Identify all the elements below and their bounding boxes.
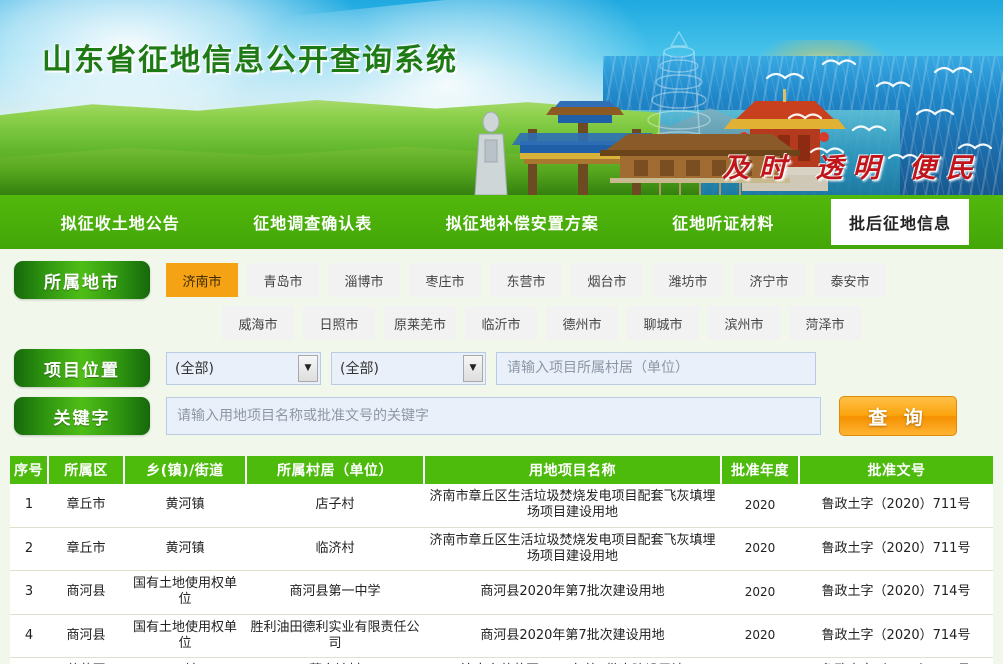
cell-village: 胜利油田德利实业有限责任公司 (246, 614, 424, 658)
cell-index: 2 (10, 527, 48, 571)
chevron-down-icon[interactable]: ▼ (298, 355, 318, 382)
cell-village: 临济村 (246, 527, 424, 571)
th-village: 所属村居（单位） (246, 456, 424, 484)
table-row[interactable]: 5 莱芜区 口镇 蔡家镇村 济南市莱芜区2020年第1批次建设用地 2020 鲁… (10, 658, 993, 664)
site-banner: 山东省征地信息公开查询系统 及时 透明 便民 (0, 0, 1003, 195)
cell-index: 4 (10, 614, 48, 658)
cell-district: 商河县 (48, 614, 124, 658)
cell-year: 2020 (721, 484, 799, 527)
label-keyword: 关键字 (14, 397, 150, 435)
cell-town: 黄河镇 (124, 484, 246, 527)
filter-row-location: 项目位置 (全部) ▼ (全部) ▼ (0, 349, 1003, 387)
nav-item-compensation-plan[interactable]: 拟征地补偿安置方案 (409, 204, 636, 240)
th-project: 用地项目名称 (424, 456, 721, 484)
th-town: 乡(镇)/街道 (124, 456, 246, 484)
table-body: 1 章丘市 黄河镇 店子村 济南市章丘区生活垃圾焚烧发电项目配套飞灰填埋场项目建… (10, 484, 993, 664)
city-button-linyi[interactable]: 临沂市 (465, 306, 537, 340)
city-button-yantai[interactable]: 烟台市 (571, 263, 643, 297)
cell-docno: 鲁政土字（2020）714号 (799, 571, 993, 615)
table-row[interactable]: 1 章丘市 黄河镇 店子村 济南市章丘区生活垃圾焚烧发电项目配套飞灰填埋场项目建… (10, 484, 993, 527)
table-head: 序号 所属区 乡(镇)/街道 所属村居（单位） 用地项目名称 批准年度 批准文号 (10, 456, 993, 484)
label-city: 所属地市 (14, 261, 150, 299)
filter-row-keyword: 关键字 查 询 (0, 396, 1003, 436)
city-button-zibo[interactable]: 淄博市 (328, 263, 400, 297)
cell-year: 2020 (721, 571, 799, 615)
th-index: 序号 (10, 456, 48, 484)
site-title: 山东省征地信息公开查询系统 (42, 35, 458, 79)
table-row[interactable]: 3 商河县 国有土地使用权单位 商河县第一中学 商河县2020年第7批次建设用地… (10, 571, 993, 615)
table-header-row: 序号 所属区 乡(镇)/街道 所属村居（单位） 用地项目名称 批准年度 批准文号 (10, 456, 993, 484)
city-button-row-2: 威海市 日照市 原莱芜市 临沂市 德州市 聊城市 滨州市 菏泽市 (170, 304, 861, 340)
select-town-value: (全部) (340, 358, 379, 378)
th-year: 批准年度 (721, 456, 799, 484)
filter-row-city: 所属地市 济南市 青岛市 淄博市 枣庄市 东营市 烟台市 潍坊市 济宁市 泰安市 (0, 261, 1003, 299)
select-county[interactable]: (全部) ▼ (166, 352, 321, 385)
site-slogan: 及时 透明 便民 (722, 146, 983, 185)
city-button-weihai[interactable]: 威海市 (222, 306, 294, 340)
cell-village: 店子村 (246, 484, 424, 527)
cell-town: 口镇 (124, 658, 246, 664)
city-button-liaocheng[interactable]: 聊城市 (627, 306, 699, 340)
cell-project: 商河县2020年第7批次建设用地 (424, 614, 721, 658)
cell-district: 莱芜区 (48, 658, 124, 664)
cell-docno: 鲁政土字（2020）661号 (799, 658, 993, 664)
cell-town: 国有土地使用权单位 (124, 614, 246, 658)
table-row[interactable]: 2 章丘市 黄河镇 临济村 济南市章丘区生活垃圾焚烧发电项目配套飞灰填埋场项目建… (10, 527, 993, 571)
th-docno: 批准文号 (799, 456, 993, 484)
cell-docno: 鲁政土字（2020）711号 (799, 484, 993, 527)
cell-docno: 鲁政土字（2020）711号 (799, 527, 993, 571)
cell-year: 2020 (721, 527, 799, 571)
query-button[interactable]: 查 询 (839, 396, 957, 436)
city-button-jinan[interactable]: 济南市 (166, 263, 238, 297)
cell-year: 2020 (721, 658, 799, 664)
cell-town: 黄河镇 (124, 527, 246, 571)
label-project-location: 项目位置 (14, 349, 150, 387)
chevron-down-icon[interactable]: ▼ (463, 355, 483, 382)
cell-project: 济南市莱芜区2020年第1批次建设用地 (424, 658, 721, 664)
th-district: 所属区 (48, 456, 124, 484)
city-button-laiwu[interactable]: 原莱芜市 (384, 306, 456, 340)
keyword-input[interactable] (166, 397, 821, 435)
main-nav: 拟征收土地公告 征地调查确认表 拟征地补偿安置方案 征地听证材料 批后征地信息 (0, 195, 1003, 249)
cell-index: 1 (10, 484, 48, 527)
cell-district: 章丘市 (48, 484, 124, 527)
cell-index: 5 (10, 658, 48, 664)
city-button-binzhou[interactable]: 滨州市 (708, 306, 780, 340)
cell-village: 蔡家镇村 (246, 658, 424, 664)
city-button-taian[interactable]: 泰安市 (814, 263, 886, 297)
cell-town: 国有土地使用权单位 (124, 571, 246, 615)
city-button-weifang[interactable]: 潍坊市 (652, 263, 724, 297)
nav-item-post-approval-info[interactable]: 批后征地信息 (831, 199, 969, 245)
cell-index: 3 (10, 571, 48, 615)
city-button-zaozhuang[interactable]: 枣庄市 (409, 263, 481, 297)
cell-district: 商河县 (48, 571, 124, 615)
table-row[interactable]: 4 商河县 国有土地使用权单位 胜利油田德利实业有限责任公司 商河县2020年第… (10, 614, 993, 658)
cell-project: 济南市章丘区生活垃圾焚烧发电项目配套飞灰填埋场项目建设用地 (424, 484, 721, 527)
cell-project: 济南市章丘区生活垃圾焚烧发电项目配套飞灰填埋场项目建设用地 (424, 527, 721, 571)
select-county-value: (全部) (175, 358, 214, 378)
nav-item-survey-confirmation[interactable]: 征地调查确认表 (217, 204, 410, 240)
select-town[interactable]: (全部) ▼ (331, 352, 486, 385)
confucius-statue-icon (470, 110, 512, 195)
cell-district: 章丘市 (48, 527, 124, 571)
city-button-jining[interactable]: 济宁市 (733, 263, 805, 297)
results-table: 序号 所属区 乡(镇)/街道 所属村居（单位） 用地项目名称 批准年度 批准文号… (10, 456, 993, 664)
village-input[interactable] (496, 352, 816, 385)
city-button-dongying[interactable]: 东营市 (490, 263, 562, 297)
cell-docno: 鲁政土字（2020）714号 (799, 614, 993, 658)
filter-panel: 所属地市 济南市 青岛市 淄博市 枣庄市 东营市 烟台市 潍坊市 济宁市 泰安市… (0, 249, 1003, 451)
city-button-dezhou[interactable]: 德州市 (546, 306, 618, 340)
nav-item-land-acquisition-notice[interactable]: 拟征收土地公告 (24, 204, 217, 240)
city-button-heze[interactable]: 菏泽市 (789, 306, 861, 340)
city-button-qingdao[interactable]: 青岛市 (247, 263, 319, 297)
cell-village: 商河县第一中学 (246, 571, 424, 615)
cell-project: 商河县2020年第7批次建设用地 (424, 571, 721, 615)
city-button-rizhao[interactable]: 日照市 (303, 306, 375, 340)
results-table-wrap: 序号 所属区 乡(镇)/街道 所属村居（单位） 用地项目名称 批准年度 批准文号… (0, 451, 1003, 664)
filter-row-city-2: 威海市 日照市 原莱芜市 临沂市 德州市 聊城市 滨州市 菏泽市 (0, 304, 1003, 340)
nav-item-hearing-materials[interactable]: 征地听证材料 (636, 204, 812, 240)
city-button-row-1: 济南市 青岛市 淄博市 枣庄市 东营市 烟台市 潍坊市 济宁市 泰安市 (166, 261, 886, 297)
cell-year: 2020 (721, 614, 799, 658)
